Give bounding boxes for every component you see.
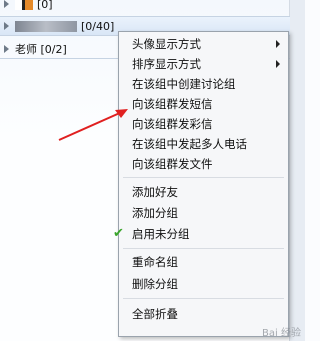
annotation-overlay	[58, 109, 128, 141]
watermark: Bai 经验	[262, 328, 301, 339]
arrow-icon	[58, 111, 123, 141]
